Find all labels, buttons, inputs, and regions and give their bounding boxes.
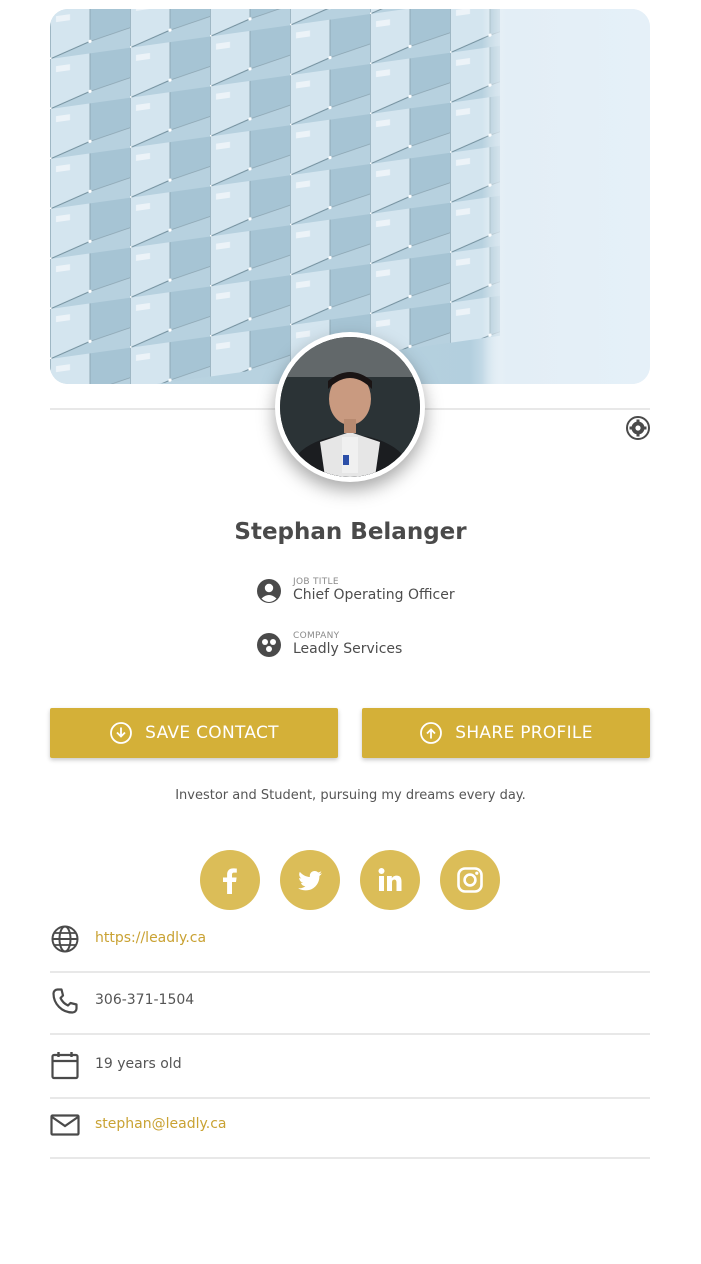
save-contact-button[interactable]: SAVE CONTACT [50,708,338,758]
email-link[interactable]: stephan@leadly.ca [95,1116,226,1132]
calendar-icon [51,1052,79,1080]
linkedin-icon [378,868,402,891]
facebook-button[interactable] [200,850,260,910]
age-value: 19 years old [95,1056,182,1072]
profile-name: Stephan Belanger [234,519,467,545]
avatar [275,332,425,482]
social-links [200,850,500,910]
profile-bio: Investor and Student, pursuing my dreams… [175,788,526,803]
download-circle-icon [110,722,133,744]
share-profile-label: SHARE PROFILE [455,723,593,743]
email-row: stephan@leadly.ca [50,1097,650,1159]
cover-photo [50,9,650,384]
settings-button[interactable] [625,415,651,441]
phone-icon [52,988,78,1014]
job-title-row: JOB TITLE Chief Operating Officer [256,577,455,604]
twitter-icon [298,871,322,891]
upload-circle-icon [420,722,443,744]
twitter-button[interactable] [280,850,340,910]
company-label: COMPANY [293,631,340,641]
save-contact-label: SAVE CONTACT [145,723,279,743]
age-row: 19 years old [50,1037,650,1099]
job-title-value: Chief Operating Officer [293,587,455,603]
phone-row: 306-371-1504 [50,973,650,1035]
share-profile-button[interactable]: SHARE PROFILE [362,708,650,758]
company-value: Leadly Services [293,641,403,657]
linkedin-button[interactable] [360,850,420,910]
mail-icon [50,1114,80,1136]
instagram-button[interactable] [440,850,500,910]
gear-icon [626,416,650,440]
phone-number: 306-371-1504 [95,992,195,1008]
website-link[interactable]: https://leadly.ca [95,930,206,946]
company-row: COMPANY Leadly Services [256,631,402,658]
instagram-icon [457,867,483,893]
globe-icon [51,925,79,953]
account-circle-icon [257,578,281,603]
website-row: https://leadly.ca [50,911,650,973]
facebook-icon [223,868,237,894]
job-title-label: JOB TITLE [293,577,339,587]
company-icon [257,632,281,657]
